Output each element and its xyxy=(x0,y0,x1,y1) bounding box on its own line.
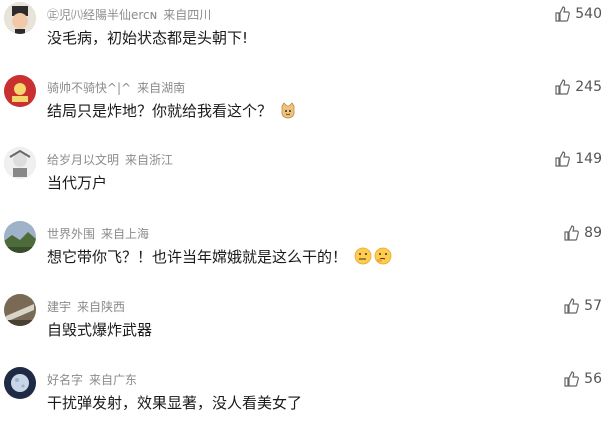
thumbs-up-icon xyxy=(555,79,571,95)
username[interactable]: 世界外围 xyxy=(47,227,95,241)
like-count: 89 xyxy=(584,225,602,241)
comment-text: 没毛病，初始状态都是头朝下! xyxy=(47,29,249,47)
thumbs-up-icon xyxy=(555,6,571,22)
like-button[interactable]: 245 xyxy=(554,79,602,95)
comment-text: 想它带你飞？！也许当年嫦娥就是这么干的！ xyxy=(47,246,392,267)
avatar[interactable] xyxy=(4,147,36,179)
like-count: 57 xyxy=(584,298,602,314)
comment-item: 世界外围 来自上海 想它带你飞？！也许当年嫦娥就是这么干的！ 89 xyxy=(0,221,614,291)
comment-text: 干扰弹发射，效果显著，没人看美女了 xyxy=(47,394,303,412)
like-button[interactable]: 149 xyxy=(554,151,602,167)
thumbs-up-icon xyxy=(564,298,580,314)
location: 来自广东 xyxy=(89,373,138,387)
comment-item: ㊣児㈧经陽半仙ercɴ 来自四川 没毛病，初始状态都是头朝下! 540 xyxy=(0,2,614,72)
cat-face-emoji-icon xyxy=(279,101,297,119)
username[interactable]: 好名字 xyxy=(47,373,83,387)
username[interactable]: 给岁月以文明 xyxy=(47,153,119,167)
location: 来自湖南 xyxy=(137,81,186,95)
location: 来自陕西 xyxy=(77,300,126,314)
comment-item: 给岁月以文明 来自浙江 当代万户 149 xyxy=(0,147,614,217)
username[interactable]: 骑帅不骑快^|^ xyxy=(47,81,131,95)
like-count: 56 xyxy=(584,371,602,387)
like-button[interactable]: 540 xyxy=(554,6,602,22)
comment-text: 自毁式爆炸武器 xyxy=(47,321,153,339)
avatar[interactable] xyxy=(4,75,36,107)
location: 来自上海 xyxy=(101,227,150,241)
like-count: 540 xyxy=(575,6,602,22)
avatar[interactable] xyxy=(4,2,36,34)
comment-item: 好名字 来自广东 干扰弹发射，效果显著，没人看美女了 56 xyxy=(0,367,614,437)
location: 来自四川 xyxy=(163,8,212,22)
comment-item: 建宇 来自陕西 自毁式爆炸武器 57 xyxy=(0,294,614,364)
avatar[interactable] xyxy=(4,221,36,253)
comment-text: 结局只是炸地？你就给我看这个？ xyxy=(47,100,297,121)
like-button[interactable]: 57 xyxy=(563,298,602,314)
avatar[interactable] xyxy=(4,294,36,326)
username[interactable]: ㊣児㈧经陽半仙ercɴ xyxy=(47,8,157,22)
like-button[interactable]: 89 xyxy=(563,225,602,241)
comment-item: 骑帅不骑快^|^ 来自湖南 结局只是炸地？你就给我看这个？ 245 xyxy=(0,75,614,145)
like-count: 149 xyxy=(575,151,602,167)
skeptical-face-emoji-icon xyxy=(354,247,372,265)
thinking-face-emoji-icon xyxy=(374,247,392,265)
location: 来自浙江 xyxy=(125,153,174,167)
thumbs-up-icon xyxy=(564,371,580,387)
username[interactable]: 建宇 xyxy=(47,300,71,314)
thumbs-up-icon xyxy=(564,225,580,241)
like-button[interactable]: 56 xyxy=(563,371,602,387)
thumbs-up-icon xyxy=(555,151,571,167)
avatar[interactable] xyxy=(4,367,36,399)
like-count: 245 xyxy=(575,79,602,95)
comment-text: 当代万户 xyxy=(47,174,108,192)
